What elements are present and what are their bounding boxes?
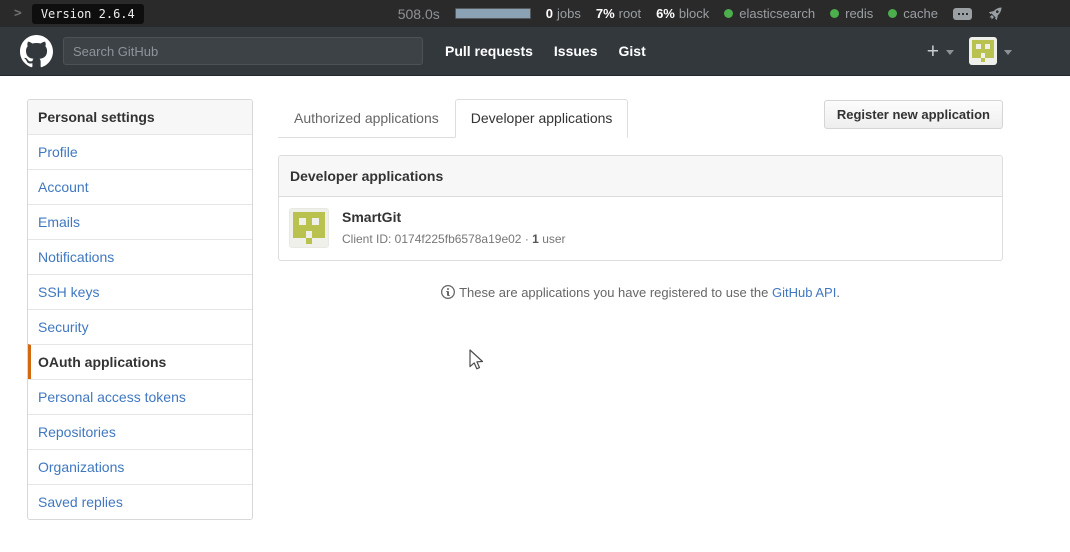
info-icon <box>441 284 455 300</box>
separator-dot: · <box>525 232 529 246</box>
stat-root: 7% root <box>596 6 641 21</box>
user-label: user <box>542 232 565 246</box>
service-status-dot <box>724 9 733 18</box>
settings-sidebar: Personal settings Profile Account Emails… <box>27 99 253 520</box>
sidebar-item-emails[interactable]: Emails <box>28 204 252 239</box>
github-logo-icon[interactable] <box>20 35 53 68</box>
register-new-application-button[interactable]: Register new application <box>824 100 1003 129</box>
sidebar-item-personal-access-tokens[interactable]: Personal access tokens <box>28 379 252 414</box>
service-status-dot <box>888 9 897 18</box>
tab-authorized-applications[interactable]: Authorized applications <box>278 99 455 138</box>
sidebar-item-saved-replies[interactable]: Saved replies <box>28 484 252 519</box>
header-nav: Pull requests Issues Gist <box>445 43 646 59</box>
nav-pull-requests[interactable]: Pull requests <box>445 43 533 59</box>
chevron-down-icon[interactable] <box>1004 50 1012 55</box>
sidebar-item-ssh-keys[interactable]: SSH keys <box>28 274 252 309</box>
note-text: These are applications you have register… <box>459 285 768 300</box>
avatar[interactable] <box>969 37 997 65</box>
client-id-text: Client ID: 0174f225fb6578a19e02 <box>342 232 521 246</box>
tab-developer-applications[interactable]: Developer applications <box>455 99 629 138</box>
service-cache-label: cache <box>903 6 938 21</box>
sidebar-item-account[interactable]: Account <box>28 169 252 204</box>
sidebar-item-repositories[interactable]: Repositories <box>28 414 252 449</box>
sidebar-item-profile[interactable]: Profile <box>28 135 252 169</box>
stat-jobs-value: 0 <box>546 6 553 21</box>
header-right: + <box>927 37 1012 65</box>
rocket-icon[interactable] <box>987 5 1004 22</box>
github-header: Pull requests Issues Gist + <box>0 27 1070 76</box>
chevron-right-icon: > <box>14 6 22 21</box>
screen: > Version 2.6.4 508.0s 0 jobs 7% root 6% bl… <box>0 0 1070 552</box>
app-list-item: SmartGit Client ID: 0174f225fb6578a19e02… <box>279 197 1002 260</box>
progress-bar <box>455 8 531 19</box>
service-redis-label: redis <box>845 6 873 21</box>
console-ellipsis-icon[interactable] <box>953 8 972 20</box>
stat-jobs-label: jobs <box>557 6 581 21</box>
sidebar-item-notifications[interactable]: Notifications <box>28 239 252 274</box>
status-bar: > Version 2.6.4 508.0s 0 jobs 7% root 6% bl… <box>0 0 1070 27</box>
sidebar-item-organizations[interactable]: Organizations <box>28 449 252 484</box>
note-suffix: . <box>836 285 840 300</box>
sidebar-heading: Personal settings <box>28 100 252 135</box>
app-info: SmartGit Client ID: 0174f225fb6578a19e02… <box>342 208 566 246</box>
service-redis: redis <box>830 6 873 21</box>
stat-block-label: block <box>679 6 709 21</box>
stat-jobs: 0 jobs <box>546 6 581 21</box>
info-note: These are applications you have register… <box>278 284 1003 300</box>
tab-row: Authorized applications Developer applic… <box>278 99 1003 137</box>
panel-heading: Developer applications <box>279 156 1002 197</box>
stat-root-label: root <box>619 6 641 21</box>
app-client-id: Client ID: 0174f225fb6578a19e02 · 1 user <box>342 232 566 246</box>
service-elasticsearch-label: elasticsearch <box>739 6 815 21</box>
stat-block: 6% block <box>656 6 709 21</box>
sidebar-item-security[interactable]: Security <box>28 309 252 344</box>
github-api-link[interactable]: GitHub API <box>772 285 836 300</box>
progress-fill <box>456 9 530 18</box>
status-bar-right: 508.0s 0 jobs 7% root 6% block elasticsearc… <box>398 5 1004 22</box>
app-avatar[interactable] <box>289 208 329 248</box>
search-input[interactable] <box>63 37 423 65</box>
nav-gist[interactable]: Gist <box>619 43 646 59</box>
elapsed-time: 508.0s <box>398 6 440 22</box>
chevron-down-icon[interactable] <box>946 50 954 55</box>
stat-block-value: 6% <box>656 6 675 21</box>
user-count: 1 <box>532 232 539 246</box>
service-elasticsearch: elasticsearch <box>724 6 815 21</box>
mouse-cursor <box>468 349 484 373</box>
service-cache: cache <box>888 6 938 21</box>
plus-icon[interactable]: + <box>927 41 939 62</box>
main-content: Authorized applications Developer applic… <box>278 99 1003 300</box>
stat-root-value: 7% <box>596 6 615 21</box>
service-status-dot <box>830 9 839 18</box>
developer-applications-panel: Developer applications SmartGit Client I… <box>278 155 1003 261</box>
nav-issues[interactable]: Issues <box>554 43 598 59</box>
sidebar-item-oauth-applications[interactable]: OAuth applications <box>28 344 252 379</box>
version-badge: Version 2.6.4 <box>32 4 144 24</box>
app-name-link[interactable]: SmartGit <box>342 209 401 225</box>
